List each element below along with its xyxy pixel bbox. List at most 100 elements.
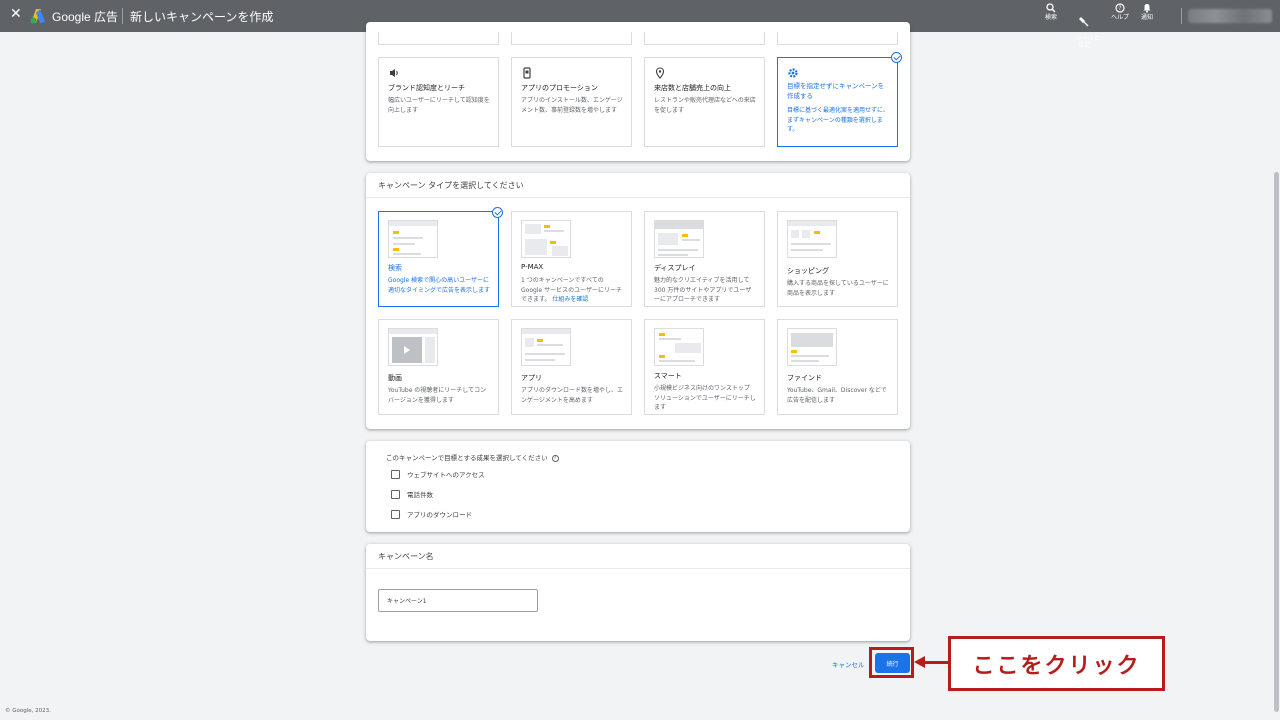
objectives-panel: ブランド認知度とリーチ 幅広いユーザーにリーチして認知度を向上します アプリのプ…: [366, 22, 910, 161]
campaign-type-app[interactable]: アプリ アプリのダウンロード数を増やし、エンゲージメントを高めます: [511, 319, 632, 415]
selected-check-icon: [492, 207, 503, 218]
campaign-type-desc: Google 検索で関心の高いユーザーに適切なタイミングで広告を表示します: [388, 277, 491, 294]
objective-desc: レストランや販売代理店などへの来店を促します: [654, 97, 756, 114]
campaign-type-discovery[interactable]: ファインド YouTube、Gmail、Discover などで広告を配信します: [777, 319, 898, 415]
smart-preview-icon: [654, 328, 704, 366]
campaign-type-desc: アプリのダウンロード数を増やし、エンゲージメントを高めます: [521, 387, 624, 404]
svg-text:?: ?: [1118, 5, 1121, 12]
objective-card-stub: [511, 32, 632, 45]
objective-desc: 幅広いユーザーにリーチして認知度を向上します: [388, 97, 490, 114]
search-preview-icon: [388, 220, 438, 258]
campaign-type-title: ファインド: [787, 374, 822, 382]
campaign-type-title: アプリ: [521, 374, 542, 382]
goal-option-website[interactable]: ウェブサイトへのアクセス: [391, 469, 485, 479]
topbar-notifications[interactable]: 通知: [1129, 3, 1165, 21]
scrollbar-thumb[interactable]: [1274, 172, 1279, 712]
topbar-help-label: ヘルプ: [1110, 14, 1129, 21]
learn-more-link[interactable]: 仕組みを確認: [552, 296, 588, 303]
checkbox[interactable]: [391, 509, 400, 519]
goals-panel: このキャンペーンで目標とする成果を選択してください? ウェブサイトへのアクセス …: [366, 441, 910, 532]
goals-question: このキャンペーンで目標とする成果を選択してください?: [386, 452, 559, 462]
objective-title: アプリのプロモーション: [521, 84, 598, 92]
objective-title: 目標を指定せずにキャンペーンを作成する: [787, 82, 885, 100]
campaign-type-desc: YouTube の視聴者にリーチしてコンバージョンを獲得します: [388, 387, 487, 404]
checkbox[interactable]: [391, 489, 400, 499]
objective-card-brand-awareness[interactable]: ブランド認知度とリーチ 幅広いユーザーにリーチして認知度を向上します: [378, 57, 499, 147]
objective-title: ブランド認知度とリーチ: [388, 84, 465, 92]
campaign-type-title: 検索: [388, 264, 402, 272]
app-preview-icon: [521, 328, 571, 366]
topbar-search[interactable]: 検索: [1033, 3, 1069, 21]
campaign-type-title: P-MAX: [521, 263, 544, 271]
objective-card-no-goal[interactable]: 目標を指定せずにキャンペーンを作成する 目標に基づく最適化案を適用せずに、まずキ…: [777, 57, 898, 147]
help-circle-icon[interactable]: ?: [551, 454, 559, 462]
campaign-type-search[interactable]: 検索 Google 検索で関心の高いユーザーに適切なタイミングで広告を表示します: [378, 211, 499, 307]
topbar-tools-label: ツールと 設定: [1075, 35, 1100, 49]
topbar-tools[interactable]: ツールと 設定: [1066, 3, 1102, 56]
campaign-type-title: 動画: [388, 374, 402, 382]
campaign-type-shopping[interactable]: ショッピング 購入する商品を探しているユーザーに商品を表示します: [777, 211, 898, 307]
annotation-callout: ここをクリック: [948, 636, 1165, 691]
campaign-type-panel: キャンペーン タイプを選択してください 検索 Google 検索で関心の高いユー…: [366, 173, 910, 429]
shopping-preview-icon: [787, 220, 837, 258]
topbar-divider: [122, 8, 123, 24]
discovery-preview-icon: [787, 328, 837, 366]
campaign-type-smart[interactable]: スマート 小規模ビジネス向けのワンストップ ソリューションでユーザーにリーチしま…: [644, 319, 765, 415]
campaign-type-title: スマート: [654, 372, 682, 380]
display-preview-icon: [654, 220, 704, 258]
speaker-icon: [390, 69, 398, 77]
account-divider: [1181, 8, 1182, 24]
brand-name: Google 広告: [52, 10, 119, 24]
page-title: 新しいキャンペーンを作成: [130, 10, 274, 24]
close-icon[interactable]: ✕: [10, 6, 22, 22]
google-ads-logo-icon: [30, 9, 45, 24]
campaign-name-input[interactable]: [378, 589, 538, 612]
topbar-notifications-label: 通知: [1140, 14, 1153, 21]
goal-label: アプリのダウンロード: [407, 511, 472, 519]
continue-button[interactable]: 続行: [875, 653, 910, 673]
campaign-name-title: キャンペーン名: [378, 552, 434, 561]
goal-label: 電話件数: [407, 491, 433, 499]
topbar-search-label: 検索: [1044, 14, 1057, 21]
campaign-type-pmax[interactable]: P-MAX 1 つのキャンペーンですべての Google サービスのユーザーにリ…: [511, 211, 632, 307]
goal-label: ウェブサイトへのアクセス: [407, 471, 485, 479]
objective-card-stub: [644, 32, 765, 45]
campaign-type-title: ディスプレイ: [654, 264, 696, 272]
checkbox[interactable]: [391, 469, 400, 479]
campaign-type-desc: 1 つのキャンペーンですべての Google サービスのユーザーにリーチできます…: [521, 277, 622, 303]
objective-desc: アプリのインストール数、エンゲージメント数、事前登録数を増やします: [521, 97, 623, 114]
campaign-type-video[interactable]: 動画 YouTube の視聴者にリーチしてコンバージョンを獲得します: [378, 319, 499, 415]
objective-title: 来店数と店舗売上の向上: [654, 84, 731, 92]
annotation-arrow-line: [922, 661, 950, 664]
campaign-type-title: キャンペーン タイプを選択してください: [378, 181, 524, 190]
objective-card-stub: [777, 32, 898, 45]
campaign-type-desc: 魅力的なクリエイティブを活用して 300 万件のサイトやアプリでユーザーにアプロ…: [654, 277, 752, 303]
gear-icon: [788, 68, 798, 78]
bell-icon: [1143, 4, 1151, 13]
campaign-type-desc: 購入する商品を探しているユーザーに商品を表示します: [787, 280, 889, 297]
arrow-left-icon: [914, 656, 925, 668]
account-info-blurred[interactable]: [1188, 9, 1272, 23]
campaign-type-title: ショッピング: [787, 267, 829, 275]
pmax-preview-icon: [521, 220, 571, 258]
search-icon: [1046, 3, 1056, 13]
panel-divider: [366, 197, 910, 198]
copyright-footer: © Google, 2023.: [5, 708, 51, 714]
selected-check-icon: [891, 52, 902, 63]
goal-option-app-downloads[interactable]: アプリのダウンロード: [391, 509, 472, 519]
cancel-button[interactable]: キャンセル: [832, 659, 865, 669]
phone-icon: [523, 67, 531, 79]
objective-card-store-visits[interactable]: 来店数と店舗売上の向上 レストランや販売代理店などへの来店を促します: [644, 57, 765, 147]
objective-card-app-promotion[interactable]: アプリのプロモーション アプリのインストール数、エンゲージメント数、事前登録数を…: [511, 57, 632, 147]
campaign-type-desc: 小規模ビジネス向けのワンストップ ソリューションでユーザーにリーチします: [654, 385, 756, 411]
objective-desc: 目標に基づく最適化案を適用せずに、まずキャンペーンの種類を選択します。: [787, 107, 889, 133]
objective-card-stub: [378, 32, 499, 45]
tools-icon: [1079, 17, 1089, 27]
campaign-name-panel: キャンペーン名: [366, 544, 910, 641]
campaign-type-display[interactable]: ディスプレイ 魅力的なクリエイティブを活用して 300 万件のサイトやアプリでユ…: [644, 211, 765, 307]
goal-option-phone-calls[interactable]: 電話件数: [391, 489, 433, 499]
video-preview-icon: [388, 328, 438, 366]
location-pin-icon: [655, 67, 665, 79]
campaign-type-desc: YouTube、Gmail、Discover などで広告を配信します: [787, 387, 887, 404]
panel-divider: [366, 568, 910, 569]
